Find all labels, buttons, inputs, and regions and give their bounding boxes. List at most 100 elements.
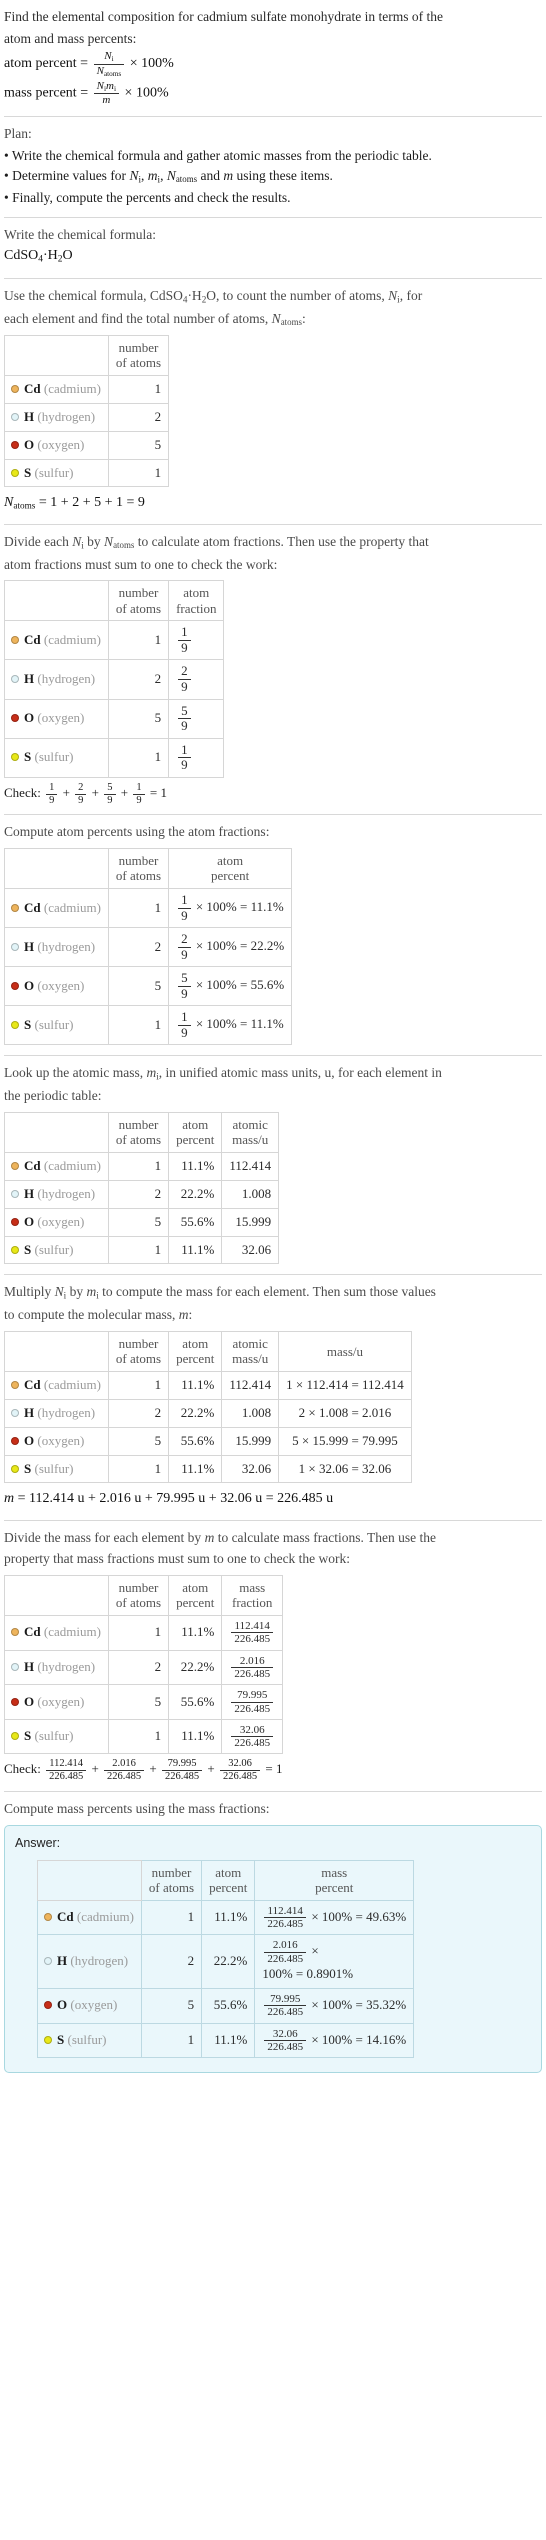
check-label: Check:: [4, 1761, 41, 1777]
header-line-2: mass/u: [232, 1351, 269, 1367]
element-cell-s: S (sulfur): [4, 458, 109, 488]
element-dot-icon: [11, 1663, 19, 1671]
mass-percent-table: number of atoms atom percent mass percen…: [37, 1859, 415, 2059]
fraction: 59: [178, 703, 191, 734]
element-symbol: O: [57, 1997, 68, 2013]
element-symbol: H: [24, 671, 35, 687]
header-line-2: of atoms: [115, 600, 162, 616]
element-dot-icon: [11, 412, 19, 421]
element-dot-icon: [11, 1162, 19, 1170]
header-line-1: number: [118, 585, 159, 601]
table-header-row: number of atoms atom percent atomic mass…: [4, 1111, 280, 1154]
atom-percent-value: 22.2%: [168, 1649, 223, 1686]
mass-fraction-value: 79.995 226.485: [221, 1684, 284, 1720]
mass-fraction-value: 32.06 226.485: [221, 1718, 284, 1755]
element-name: (oxygen): [37, 1432, 85, 1448]
fraction: 19: [178, 742, 191, 773]
header-atom-fraction: atom fraction: [168, 580, 225, 622]
table-row: S (sulfur) 1 19: [4, 737, 225, 778]
corner-cell: [4, 1111, 109, 1154]
atomic-mass-value: 15.999: [221, 1207, 280, 1237]
element-dot-icon: [11, 1436, 19, 1445]
element-dot-icon: [11, 636, 19, 644]
table-header-row: number of atoms atom percent mass fracti…: [4, 1574, 284, 1616]
atomic-mass-prompt-line1: Look up the atomic mass, mi, in unified …: [4, 1065, 442, 1082]
element-symbol: H: [24, 1659, 35, 1674]
header-number-of-atoms: number of atoms: [107, 1330, 170, 1373]
fraction: 79.995 226.485: [264, 1993, 307, 2019]
element-symbol: S: [24, 1241, 32, 1257]
atom-percent-value: 55.6%: [201, 1987, 256, 2024]
atom-fraction-check: Check: 19 + 29 + 59 + 19 = 1: [4, 781, 167, 807]
element-cell-s: S (sulfur): [37, 2022, 142, 2059]
table-row: H (hydrogen) 2 22.2% 2.016 226.485 × 100% …: [37, 1934, 415, 1989]
header-line-1: number: [118, 1579, 159, 1595]
header-line-1: number: [118, 339, 159, 355]
table-header-row: number of atoms atom fraction: [4, 580, 225, 622]
header-number-of-atoms: number of atoms: [107, 1574, 170, 1616]
element-cell-o: O (oxygen): [37, 1987, 142, 2024]
header-atom-percent: atom percent: [168, 1111, 223, 1154]
element-cell-h: H (hydrogen): [37, 1934, 142, 1989]
molecular-mass-equation-rhs: = 112.414 u + 2.016 u + 79.995 u + 32.06…: [17, 1491, 334, 1507]
element-name: (sulfur): [67, 2031, 107, 2047]
element-symbol: O: [24, 977, 35, 993]
header-line-1: atomic: [232, 1116, 268, 1132]
corner-cell: [4, 1330, 109, 1373]
count-atoms-step: Use the chemical formula, CdSO4·H2O, to …: [4, 279, 542, 524]
atom-percent-definition: atom percent = Ni Natoms × 100%: [4, 50, 542, 77]
fraction: 59: [178, 971, 191, 1001]
mass-percent-fraction: Nimi m: [93, 80, 120, 107]
header-line-1: number: [118, 852, 159, 868]
atom-percent-value: 22.2%: [168, 1398, 223, 1428]
fraction: 32.06 226.485: [264, 2028, 307, 2054]
element-name: (hydrogen): [70, 1953, 129, 1969]
element-name: (hydrogen): [37, 1659, 96, 1674]
fraction: 112.414 226.485: [46, 1758, 87, 1783]
table-row: H (hydrogen) 2: [4, 402, 170, 432]
atom-percent-value: 55.6%: [168, 1207, 223, 1237]
table-row: S (sulfur) 1 11.1% 32.06 1 × 32.06 = 32.…: [4, 1454, 412, 1484]
table-row: Cd (cadmium) 1 11.1% 112.414: [4, 1152, 280, 1181]
atom-fraction-table: number of atoms atom fraction Cd (cadmiu…: [4, 580, 225, 778]
n-atoms-value: 1: [140, 2022, 203, 2059]
table-header-row: number of atoms atom percent: [4, 847, 293, 890]
element-symbol: H: [24, 1404, 35, 1420]
mass-percent-prompt: Compute mass percents using the mass fra…: [4, 1800, 270, 1816]
fraction: 79.995 226.485: [162, 1758, 203, 1783]
atom-percent-prompt: Compute atom percents using the atom fra…: [4, 824, 270, 840]
table-row: O (oxygen) 5 59 × 100% = 55.6%: [4, 966, 293, 1007]
element-name: (oxygen): [37, 1693, 85, 1709]
header-line-2: of atoms: [115, 1351, 162, 1367]
count-atoms-prompt-line1: Use the chemical formula, CdSO4·H2O, to …: [4, 287, 423, 305]
table-row: S (sulfur) 1 11.1% 32.06 226.485: [4, 1718, 284, 1755]
molecular-mass-prompt-line2: to compute the molecular mass, m:: [4, 1307, 193, 1323]
element-name: (oxygen): [37, 977, 85, 993]
n-atoms-value: 5: [107, 1684, 170, 1720]
element-cell-o: O (oxygen): [4, 698, 109, 739]
fraction-denominator: 9: [181, 679, 188, 695]
problem-title-line2: atom and mass percents:: [4, 30, 137, 46]
header-line-1: atom: [182, 1116, 209, 1132]
header-line-1: mass: [321, 1864, 348, 1880]
header-line-1: atom: [217, 852, 244, 868]
atom-percent-value: 22.2%: [201, 1934, 256, 1989]
header-line-2: of atoms: [115, 868, 162, 884]
element-name: (oxygen): [37, 1213, 85, 1229]
element-name: (sulfur): [34, 1728, 74, 1744]
atom-percent-value: 55.6%: [168, 1684, 223, 1720]
fraction: 59: [104, 782, 116, 807]
header-mass-u: mass/u: [278, 1330, 412, 1373]
element-cell-s: S (sulfur): [4, 1454, 109, 1484]
header-line-2: percent: [176, 1132, 215, 1148]
mass-calc-value: 1 × 32.06 = 32.06: [278, 1454, 412, 1484]
element-dot-icon: [11, 1217, 19, 1226]
table-row: H (hydrogen) 2 22.2% 1.008: [4, 1179, 280, 1209]
plan-bullet-3: • Finally, compute the percents and chec…: [4, 190, 291, 206]
fraction: 2.016 226.485: [104, 1758, 145, 1783]
element-cell-cd: Cd (cadmium): [4, 1614, 109, 1651]
atom-percent-value: 11.1%: [168, 1235, 223, 1265]
table-row: Cd (cadmium) 1 19 × 100% = 11.1%: [4, 887, 293, 929]
header-atomic-mass: atomic mass/u: [221, 1330, 280, 1373]
element-dot-icon: [11, 440, 19, 449]
